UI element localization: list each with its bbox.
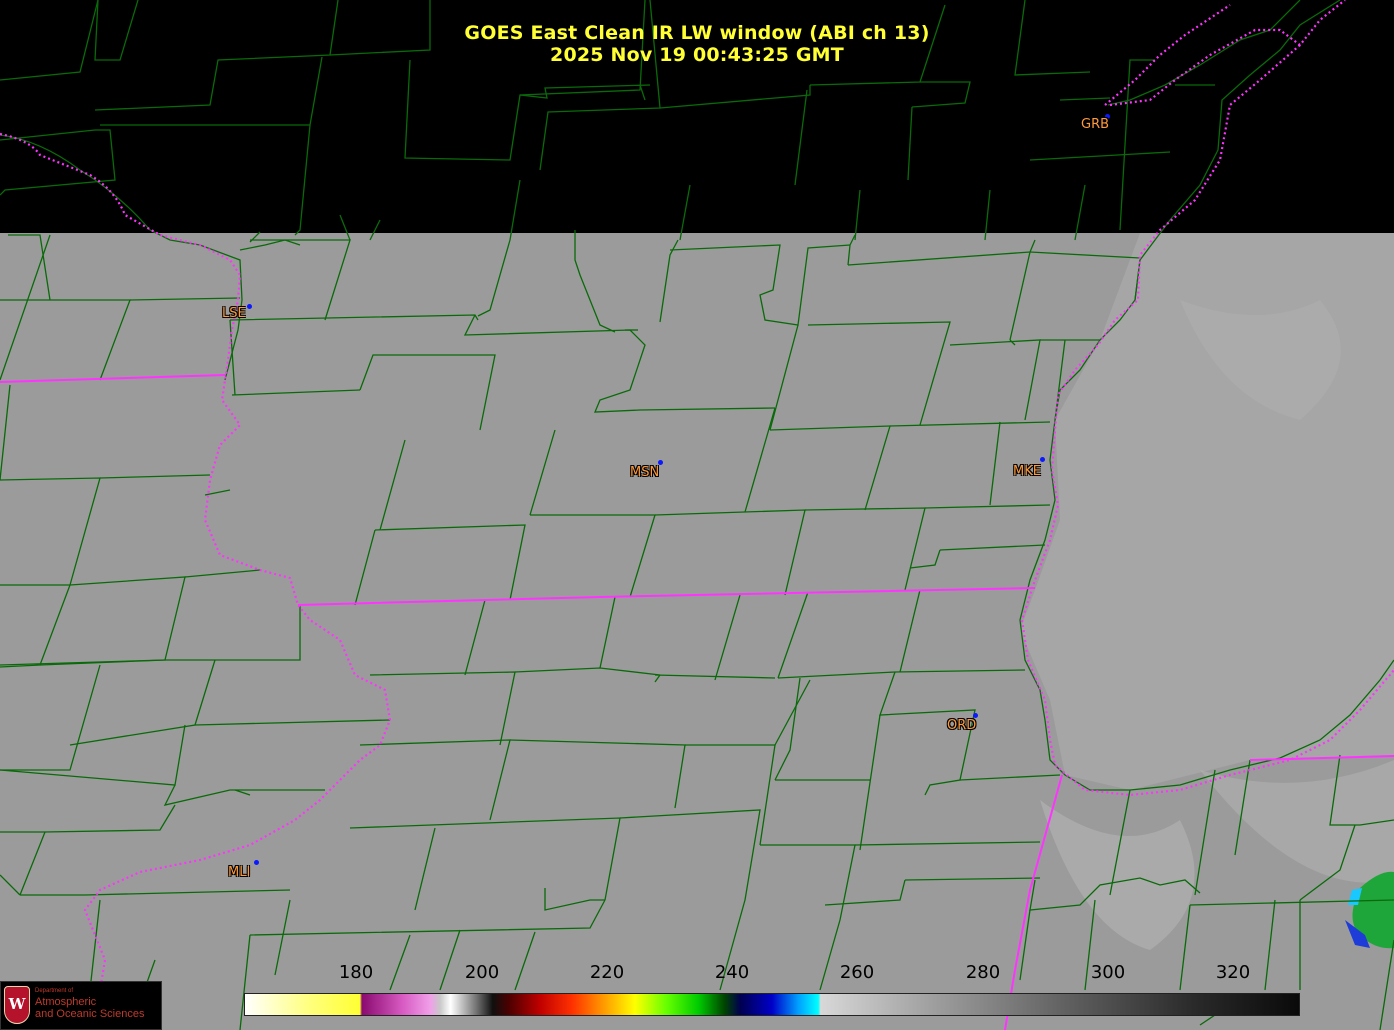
logo-line2: and Oceanic Sciences: [35, 1008, 145, 1020]
station-dot-lse: [247, 304, 252, 309]
station-label-ord: ORD: [947, 718, 977, 733]
aos-logo: W Department of Atmospheric and Oceanic …: [0, 981, 162, 1030]
colorbar-tick-label: 240: [714, 962, 750, 983]
colorbar-tick-label: 180: [338, 962, 374, 983]
colorbar-tick-label: 300: [1090, 962, 1126, 983]
image-timestamp: 2025 Nov 19 00:43:25 GMT: [550, 44, 844, 66]
satellite-image-viewer: GOES East Clean IR LW window (ABI ch 13)…: [0, 0, 1394, 1030]
station-label-mli: MLI: [228, 865, 251, 880]
station-dot-mli: [254, 860, 259, 865]
colorbar-tick-label: 260: [839, 962, 875, 983]
colorbar-tick-label: 280: [965, 962, 1001, 983]
uw-crest-icon: W: [4, 986, 30, 1024]
colorbar-tick-label: 220: [589, 962, 625, 983]
logo-line1: Atmospheric: [35, 996, 97, 1008]
colorbar-tick-label: 200: [464, 962, 500, 983]
map-canvas: [0, 0, 1394, 1030]
colorbar-tick-label: 320: [1215, 962, 1251, 983]
station-label-mke: MKE: [1013, 464, 1041, 479]
station-label-lse: LSE: [222, 306, 246, 321]
temperature-colorbar: [244, 993, 1300, 1016]
station-label-grb: GRB: [1081, 117, 1110, 132]
image-title: GOES East Clean IR LW window (ABI ch 13): [464, 22, 930, 44]
station-dot-mke: [1040, 457, 1045, 462]
station-label-msn: MSN: [630, 465, 660, 480]
logo-department-text: Department of: [35, 988, 74, 994]
